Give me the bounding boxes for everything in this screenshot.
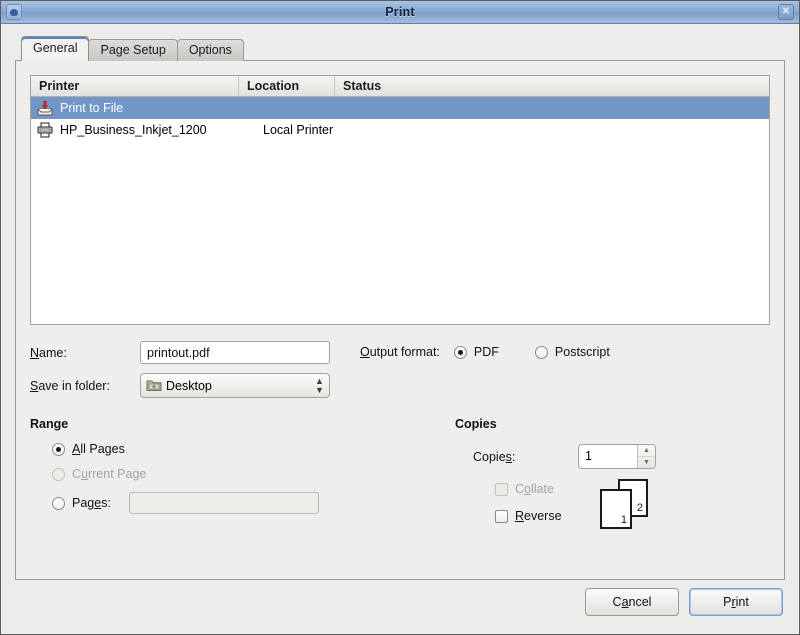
radio-pages-label: Pages: — [72, 496, 111, 510]
range-group: Range All Pages Current Page Pages: — [30, 417, 350, 514]
checkbox-reverse-label: Reverse — [515, 509, 562, 523]
radio-all-pages[interactable]: All Pages — [52, 442, 350, 456]
copies-stepper[interactable]: 1 ▲ ▼ — [578, 444, 656, 469]
folder-value: Desktop — [166, 378, 212, 393]
printer-icon — [36, 122, 54, 138]
stepper-up-icon[interactable]: ▲ — [638, 445, 655, 457]
cancel-button-mnemonic: a — [621, 595, 629, 609]
copies-label: Copies: — [473, 450, 578, 464]
radio-all-pages-indicator — [52, 442, 65, 456]
checkbox-collate-rest: llate — [530, 482, 554, 496]
preview-page-front-number: 1 — [620, 514, 627, 526]
column-header-printer[interactable]: Printer — [31, 76, 239, 96]
checkbox-reverse-rest: everse — [524, 509, 562, 523]
copies-label-pre: Copie — [473, 449, 506, 464]
preview-page-back-number: 2 — [636, 502, 643, 514]
close-icon[interactable]: ✕ — [778, 4, 794, 20]
radio-current-page-label: Current Page — [72, 467, 146, 481]
copies-row: Copies: 1 ▲ ▼ — [455, 444, 755, 469]
radio-postscript-indicator — [534, 345, 548, 359]
name-label: Name: — [30, 346, 140, 360]
copies-title: Copies — [455, 417, 497, 431]
name-input[interactable] — [140, 341, 330, 364]
output-format-label-mnemonic: O — [360, 345, 370, 359]
checkbox-reverse-mnemonic: R — [515, 509, 525, 523]
tabstrip: General Page Setup Options — [21, 36, 785, 61]
cancel-button-rest: ncel — [628, 595, 652, 609]
folder-row: Save in folder: Desktop ▲ ▼ — [30, 373, 330, 398]
name-label-rest: ame: — [39, 345, 67, 360]
chevron-updown-icon: ▲ ▼ — [315, 375, 324, 395]
output-format-label: Output format: — [360, 345, 440, 359]
column-header-location[interactable]: Location — [239, 76, 335, 96]
stepper-down-icon[interactable]: ▼ — [638, 457, 655, 468]
checkbox-collate-label: Collate — [515, 482, 554, 496]
cell-printer: HP_Business_Inkjet_1200 — [60, 123, 207, 137]
tab-general[interactable]: General — [21, 36, 90, 61]
cell-printer: Print to File — [60, 101, 124, 115]
folder-icon — [146, 378, 162, 394]
tab-page-general: Printer Location Status Print to File HP… — [15, 60, 785, 580]
radio-current-page-rest: rrent Page — [87, 467, 147, 481]
checkbox-collate-indicator — [495, 482, 508, 496]
file-fields: Name: Save in folder: Desktop — [30, 339, 770, 401]
copies-stepper-buttons[interactable]: ▲ ▼ — [637, 445, 655, 468]
radio-pages[interactable]: Pages: — [52, 492, 350, 514]
radio-all-pages-label: All Pages — [72, 442, 125, 456]
radio-pages-indicator — [52, 496, 65, 510]
dialog-button-row: Cancel Print — [15, 580, 785, 624]
table-row[interactable]: Print to File — [31, 97, 769, 119]
tab-options[interactable]: Options — [176, 39, 244, 61]
print-button-rest: int — [735, 595, 749, 609]
radio-all-pages-rest: ll Pages — [80, 442, 125, 456]
radio-pdf[interactable]: PDF — [453, 345, 513, 359]
radio-current-page-indicator — [52, 467, 65, 481]
cancel-button-pre: C — [612, 595, 622, 609]
radio-pages-rest: s: — [101, 496, 111, 510]
radio-postscript-label: Postscript — [554, 345, 610, 359]
folder-label-rest: ave in folder: — [38, 378, 110, 393]
folder-label: Save in folder: — [30, 379, 140, 393]
radio-pages-pre: Pag — [72, 496, 95, 510]
copies-value[interactable]: 1 — [579, 445, 637, 468]
checkbox-collate-mnemonic: o — [524, 482, 531, 496]
name-row: Name: — [30, 341, 330, 364]
window-title: Print — [385, 5, 415, 19]
copies-group: Copies Copies: 1 ▲ ▼ Collate Reverse 2 1 — [455, 417, 755, 529]
column-header-status[interactable]: Status — [335, 76, 769, 96]
print-button[interactable]: Print — [689, 588, 783, 616]
copies-preview-icon: 2 1 — [600, 479, 656, 531]
cancel-button[interactable]: Cancel — [585, 588, 679, 616]
checkbox-reverse-indicator — [495, 509, 508, 523]
name-label-mnemonic: N — [30, 345, 40, 360]
tab-page-setup[interactable]: Page Setup — [88, 39, 178, 61]
range-copies-area: Range All Pages Current Page Pages: Copi… — [30, 417, 770, 565]
app-icon — [6, 4, 22, 20]
radio-postscript[interactable]: Postscript — [534, 345, 624, 359]
copies-label-rest: : — [511, 449, 516, 464]
titlebar: Print ✕ — [1, 1, 799, 24]
printer-list-header: Printer Location Status — [31, 76, 769, 97]
print-to-file-icon — [36, 100, 54, 116]
radio-current-page-mnemonic: u — [81, 467, 88, 481]
output-format-group: Output format: PDF Postscript — [360, 345, 624, 359]
range-title: Range — [30, 417, 69, 431]
output-format-label-rest: utput format: — [369, 345, 440, 359]
preview-page-front: 1 — [600, 489, 632, 529]
print-dialog-window: Print ✕ General Page Setup Options Print… — [0, 0, 800, 635]
radio-pdf-label: PDF — [473, 345, 499, 359]
save-in-folder-combobox[interactable]: Desktop ▲ ▼ — [140, 373, 330, 398]
radio-current-page-pre: C — [72, 467, 82, 481]
cell-location: Local Printer — [263, 123, 334, 137]
radio-pdf-indicator — [453, 345, 467, 359]
dialog-body: General Page Setup Options Printer Locat… — [1, 24, 799, 634]
printer-list[interactable]: Printer Location Status Print to File HP… — [30, 75, 770, 325]
radio-current-page[interactable]: Current Page — [52, 467, 350, 481]
table-row[interactable]: HP_Business_Inkjet_1200 Local Printer — [31, 119, 769, 141]
pages-input[interactable] — [128, 492, 319, 514]
checkbox-collate-pre: C — [515, 482, 525, 496]
